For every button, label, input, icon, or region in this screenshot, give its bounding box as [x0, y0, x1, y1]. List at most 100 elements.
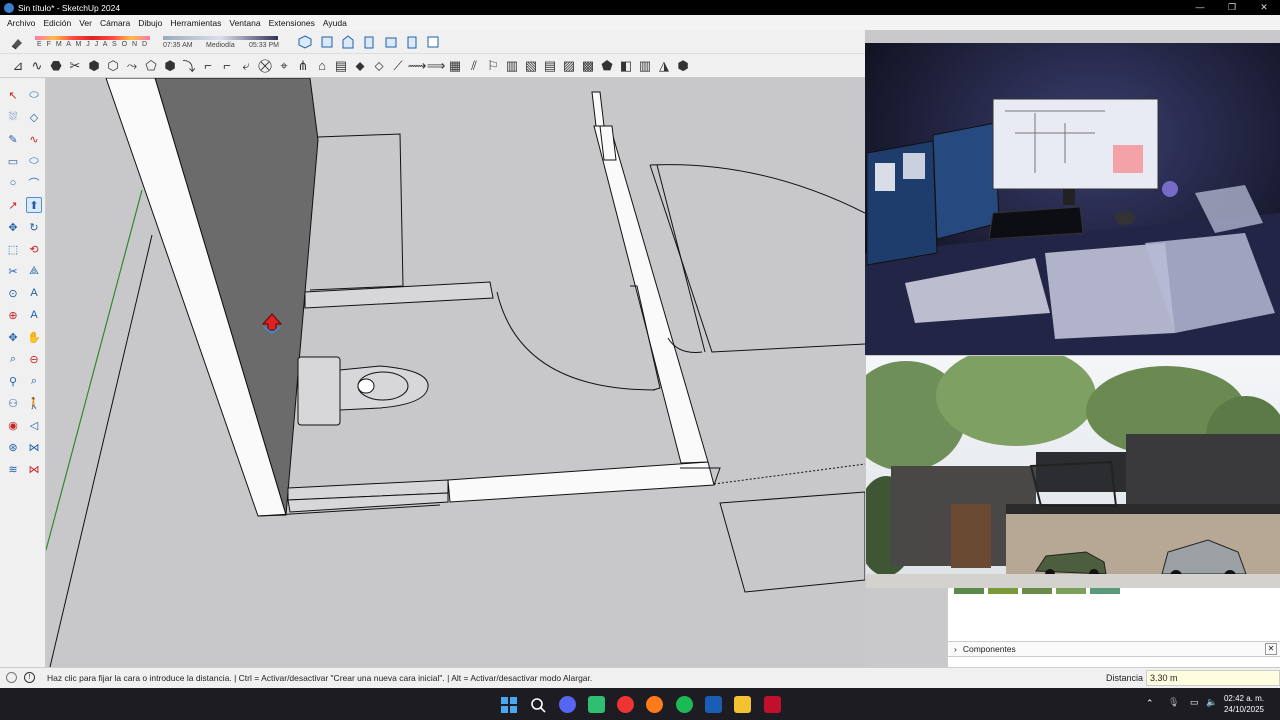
- arc-icon-26[interactable]: ⚲: [5, 373, 21, 389]
- tape-icon[interactable]: ✥: [5, 219, 21, 235]
- toolset-tool-6-icon[interactable]: ⬡: [104, 57, 122, 75]
- restore-button[interactable]: ❐: [1216, 0, 1248, 15]
- toolset-tool-7-icon[interactable]: ⤳: [123, 57, 141, 75]
- sketchup-taskbar-icon[interactable]: [705, 696, 722, 713]
- toolset-tool-28-icon[interactable]: ▧: [522, 57, 540, 75]
- top-view-icon[interactable]: [320, 35, 334, 49]
- orbit-icon[interactable]: ⟲: [26, 241, 42, 257]
- toolset-tool-12-icon[interactable]: ⌐: [218, 57, 236, 75]
- menu-archivo[interactable]: Archivo: [7, 18, 35, 28]
- toolset-tool-20-icon[interactable]: ⬦: [370, 57, 388, 75]
- modeling-viewport[interactable]: [46, 78, 865, 667]
- toolset-tool-36-icon[interactable]: ⬢: [674, 57, 692, 75]
- select-icon[interactable]: ↖: [5, 87, 21, 103]
- battery-icon[interactable]: ▭: [1190, 697, 1199, 708]
- toolset-tool-26-icon[interactable]: ⚐: [484, 57, 502, 75]
- walk-icon[interactable]: ⊙: [5, 285, 21, 301]
- toolset-tool-19-icon[interactable]: ⬥: [351, 57, 369, 75]
- move-icon-28[interactable]: ⚇: [5, 395, 21, 411]
- toolset-tool-3-icon[interactable]: ⬣: [47, 57, 65, 75]
- text-icon[interactable]: ↻: [26, 219, 42, 235]
- eraser-icon-22[interactable]: ✥: [5, 329, 21, 345]
- menu-extensiones[interactable]: Extensiones: [269, 18, 315, 28]
- toolset-tool-9-icon[interactable]: ⬢: [161, 57, 179, 75]
- toolset-tool-1-icon[interactable]: ⊿: [9, 57, 27, 75]
- select-icon-20[interactable]: ⊕: [5, 307, 21, 323]
- toolset-tool-16-icon[interactable]: ⋔: [294, 57, 312, 75]
- toolset-tool-29-icon[interactable]: ▤: [541, 57, 559, 75]
- minimize-button[interactable]: —: [1184, 0, 1216, 15]
- toolset-tool-23-icon[interactable]: ⟹: [427, 57, 446, 75]
- paint-icon-21[interactable]: A: [26, 307, 42, 323]
- toolset-tool-33-icon[interactable]: ◧: [617, 57, 635, 75]
- rectangle-icon[interactable]: ✎: [5, 131, 21, 147]
- toolset-tool-24-icon[interactable]: ▦: [446, 57, 464, 75]
- menu-camara[interactable]: Cámara: [100, 18, 130, 28]
- menu-ayuda[interactable]: Ayuda: [323, 18, 347, 28]
- toolset-tool-27-icon[interactable]: ▥: [503, 57, 521, 75]
- push-pull-icon-27[interactable]: ⌕: [26, 373, 42, 389]
- info-icon[interactable]: !: [24, 672, 35, 683]
- rectangle-icon-24[interactable]: ⌕: [5, 351, 21, 367]
- menu-ver[interactable]: Ver: [79, 18, 92, 28]
- toolset-tool-35-icon[interactable]: ◮: [655, 57, 673, 75]
- autocad-icon[interactable]: [764, 696, 781, 713]
- paint-icon[interactable]: ⬭: [26, 87, 42, 103]
- toolset-tool-11-icon[interactable]: ⌐: [199, 57, 217, 75]
- orbit-icon-35[interactable]: ⋈: [26, 461, 42, 477]
- system-clock[interactable]: 02:42 a. m. 24/10/2025: [1224, 693, 1264, 715]
- line-icon-23[interactable]: ✋: [26, 329, 42, 345]
- toolset-tool-17-icon[interactable]: ⌂: [313, 57, 331, 75]
- circle-icon[interactable]: ∿: [26, 131, 42, 147]
- measurements-input[interactable]: 3.30 m: [1146, 670, 1280, 686]
- move-icon[interactable]: ○: [5, 175, 21, 191]
- toolset-tool-30-icon[interactable]: ▨: [560, 57, 578, 75]
- toolset-tool-8-icon[interactable]: ⬠: [142, 57, 160, 75]
- windows-start-icon[interactable]: [500, 696, 517, 713]
- panel-close-icon[interactable]: ✕: [1265, 643, 1277, 655]
- geo-location-icon[interactable]: [6, 672, 17, 683]
- arc-icon[interactable]: ▭: [5, 153, 21, 169]
- zoom-icon[interactable]: ⟁: [26, 263, 42, 279]
- toolset-tool-10-icon[interactable]: ⤵: [180, 57, 198, 75]
- toolset-tool-34-icon[interactable]: ▥: [636, 57, 654, 75]
- toolset-tool-31-icon[interactable]: ▩: [579, 57, 597, 75]
- menu-edicion[interactable]: Edición: [43, 18, 71, 28]
- components-panel-header[interactable]: › Componentes ✕: [948, 641, 1280, 657]
- tape-icon-32[interactable]: ⊛: [5, 439, 21, 455]
- push-pull-icon[interactable]: ⬭: [26, 153, 42, 169]
- spotify-icon[interactable]: [676, 696, 693, 713]
- scale-icon[interactable]: ↗: [5, 197, 21, 213]
- microphone-icon[interactable]: 🎙: [1168, 697, 1179, 708]
- axes-icon-34[interactable]: ≋: [5, 461, 21, 477]
- right-view-icon[interactable]: [362, 35, 376, 49]
- offset-icon-31[interactable]: ◁: [26, 417, 42, 433]
- left-view-icon[interactable]: [405, 35, 419, 49]
- menu-ventana[interactable]: Ventana: [229, 18, 260, 28]
- toolset-tool-14-icon[interactable]: ⛒: [256, 57, 274, 75]
- toolset-tool-32-icon[interactable]: ⬟: [598, 57, 616, 75]
- toolset-tool-5-icon[interactable]: ⬢: [85, 57, 103, 75]
- toolset-tool-2-icon[interactable]: ∿: [28, 57, 46, 75]
- offset-icon[interactable]: ⬆: [26, 197, 42, 213]
- rotate-icon[interactable]: ⌒: [26, 175, 42, 191]
- toolset-tool-15-icon[interactable]: ⌖: [275, 57, 293, 75]
- toolset-tool-25-icon[interactable]: ⫽: [465, 57, 483, 75]
- component-thumbnails[interactable]: [954, 588, 1120, 594]
- time-slider[interactable]: [163, 36, 278, 40]
- search-icon[interactable]: [529, 696, 546, 713]
- menu-dibujo[interactable]: Dibujo: [138, 18, 162, 28]
- front-view-icon[interactable]: [341, 35, 355, 49]
- section-icon[interactable]: A: [26, 285, 42, 301]
- menu-herramientas[interactable]: Herramientas: [170, 18, 221, 28]
- chevron-up-icon[interactable]: ⌃: [1146, 698, 1154, 709]
- text-icon-33[interactable]: ⋈: [26, 439, 42, 455]
- creative-cloud-icon[interactable]: [617, 696, 634, 713]
- pan-icon[interactable]: ✂: [5, 263, 21, 279]
- discord-icon[interactable]: [559, 696, 576, 713]
- back-view-icon[interactable]: [384, 35, 398, 49]
- toolset-tool-4-icon[interactable]: ✂: [66, 57, 84, 75]
- circle-icon-25[interactable]: ⊖: [26, 351, 42, 367]
- iso-view-icon[interactable]: [298, 35, 312, 49]
- shadow-toggle-icon[interactable]: [10, 36, 24, 50]
